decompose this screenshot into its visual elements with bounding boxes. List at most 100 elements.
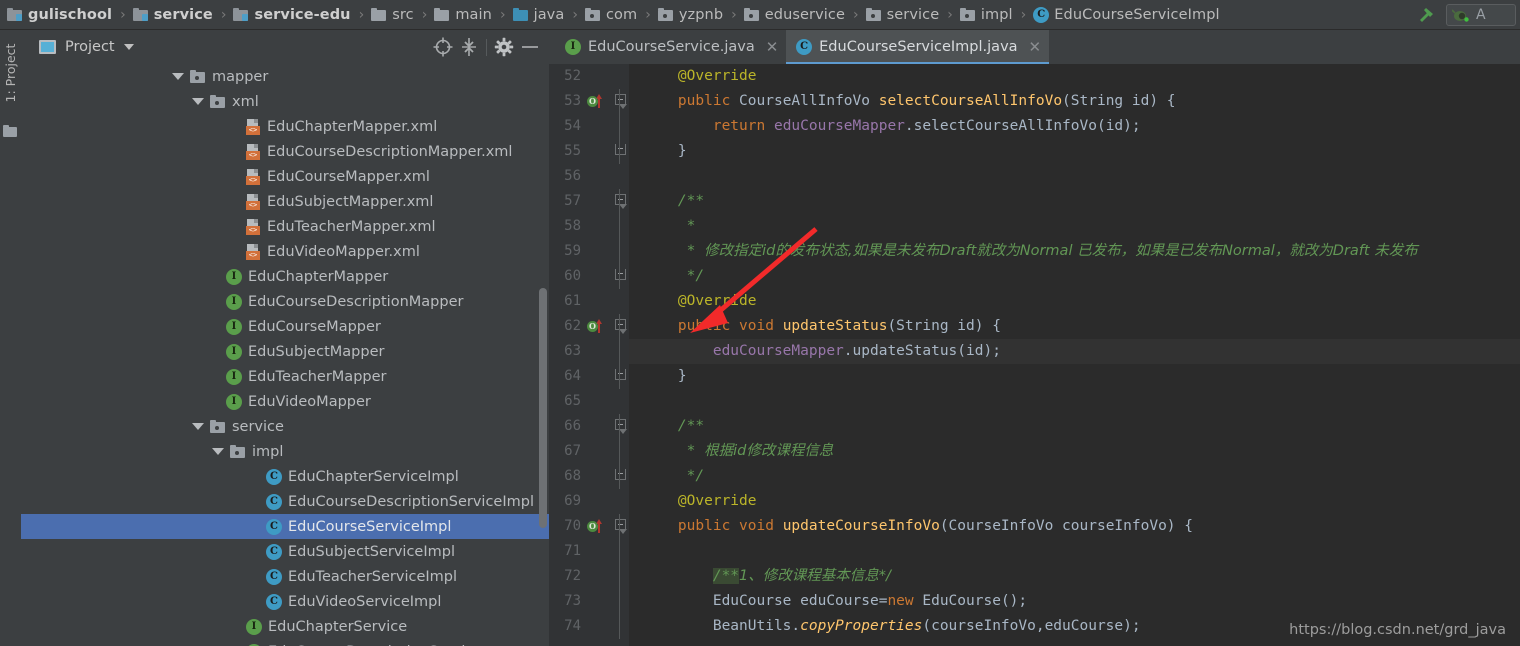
tree-item[interactable]: xml (21, 89, 549, 114)
code-line[interactable]: return eduCourseMapper.selectCourseAllIn… (629, 114, 1520, 139)
breadcrumb-item-educourseserviceimpl[interactable]: C EduCourseServiceImpl (1032, 0, 1220, 30)
code-line[interactable]: * 修改指定id的发布状态,如果是未发布Draft就改为Normal 已发布，如… (629, 239, 1520, 264)
tree-item[interactable]: <> EduSubjectMapper.xml (21, 189, 549, 214)
line-number: 56 (564, 168, 581, 184)
tree-item[interactable]: mapper (21, 64, 549, 89)
tree-item[interactable]: <> EduChapterMapper.xml (21, 114, 549, 139)
override-method-icon[interactable]: O (587, 319, 602, 333)
tree-item[interactable]: impl (21, 439, 549, 464)
tree-item[interactable]: <> EduTeacherMapper.xml (21, 214, 549, 239)
settings-gear-icon[interactable] (491, 34, 517, 60)
chevron-down-icon[interactable] (212, 448, 224, 455)
code-line[interactable] (629, 164, 1520, 189)
chevron-down-icon[interactable] (192, 98, 204, 105)
code-token: EduCourse eduCourse= (643, 593, 888, 609)
class-icon: C (266, 468, 282, 485)
tree-item[interactable]: I EduVideoMapper (21, 389, 549, 414)
tree-item[interactable]: <> EduCourseMapper.xml (21, 164, 549, 189)
tree-item-selected[interactable]: C EduCourseServiceImpl (21, 514, 549, 539)
override-method-icon[interactable]: O (587, 519, 602, 533)
line-number: 61 (564, 293, 581, 309)
gutter-row: 56 (549, 164, 629, 189)
editor-tab-inactive[interactable]: I EduCourseService.java ✕ (555, 30, 786, 64)
code-line[interactable]: public CourseAllInfoVo selectCourseAllIn… (629, 89, 1520, 114)
tree-item[interactable]: I EduCourseMapper (21, 314, 549, 339)
code-line[interactable]: public void updateStatus(String id) { (629, 314, 1520, 339)
tree-item[interactable]: I EduCourseDescriptionMapper (21, 289, 549, 314)
breadcrumb-item-gulischool[interactable]: gulischool (6, 0, 113, 30)
breadcrumb-item-service[interactable]: service (132, 0, 214, 30)
code-editor[interactable]: 52 53 O 54 55 56 57 58 59 60 61 62 O 63 64 65 66 67 68 69 70… (549, 64, 1520, 646)
code-line[interactable] (629, 389, 1520, 414)
gutter-row: 73 (549, 589, 629, 614)
line-number: 57 (564, 193, 581, 209)
breadcrumb-item-com[interactable]: com (584, 0, 638, 30)
project-tree-scrollbar[interactable] (539, 288, 547, 528)
code-line[interactable]: } (629, 139, 1520, 164)
tree-item[interactable]: IEduCourseDescriptionService (21, 639, 549, 646)
code-line[interactable]: @Override (629, 289, 1520, 314)
code-line[interactable]: * (629, 214, 1520, 239)
code-line[interactable]: /** (629, 414, 1520, 439)
chevron-down-icon[interactable] (123, 44, 134, 50)
tree-item[interactable]: I EduChapterService (21, 614, 549, 639)
breadcrumb-item-eduservice[interactable]: eduservice (743, 0, 846, 30)
code-line[interactable]: * 根据id修改课程信息 (629, 439, 1520, 464)
code-line[interactable]: eduCourseMapper.updateStatus(id); (629, 339, 1520, 364)
run-configuration-selector[interactable]: A (1446, 4, 1516, 26)
tree-item[interactable]: service (21, 414, 549, 439)
line-number: 70 (564, 518, 581, 534)
code-lines[interactable]: @Override public CourseAllInfoVo selectC… (629, 64, 1520, 646)
tree-item[interactable]: <> EduCourseDescriptionMapper.xml (21, 139, 549, 164)
tree-item[interactable]: <> EduVideoMapper.xml (21, 239, 549, 264)
code-line[interactable]: } (629, 364, 1520, 389)
tree-item[interactable]: C EduCourseDescriptionServiceImpl (21, 489, 549, 514)
class-icon: C (266, 493, 282, 510)
breadcrumb-item-service[interactable]: service (865, 0, 941, 30)
breadcrumb-separator: › (220, 6, 227, 23)
line-number: 71 (564, 543, 581, 559)
hammer-icon[interactable] (1414, 2, 1440, 28)
project-tree[interactable]: mapper xml <> EduChapterMapper.xml <> EduCour… (21, 64, 549, 646)
tree-item[interactable]: C EduSubjectServiceImpl (21, 539, 549, 564)
breadcrumb-item-java[interactable]: java (512, 0, 566, 30)
code-line[interactable]: /** (629, 189, 1520, 214)
fold-connector (619, 214, 620, 239)
line-number: 66 (564, 418, 581, 434)
code-line[interactable]: */ (629, 264, 1520, 289)
tree-item-label: EduCourseServiceImpl (288, 518, 452, 535)
tree-item[interactable]: C EduVideoServiceImpl (21, 589, 549, 614)
breadcrumb-item-service-edu[interactable]: service-edu (232, 0, 351, 30)
tree-item-label: xml (232, 93, 259, 110)
close-icon[interactable]: ✕ (766, 40, 779, 55)
locate-icon[interactable] (430, 34, 456, 60)
tree-item[interactable]: C EduChapterServiceImpl (21, 464, 549, 489)
chevron-down-icon[interactable] (192, 423, 204, 430)
gutter-row: 71 (549, 539, 629, 564)
code-token: eduCourseMapper (773, 118, 905, 134)
close-icon[interactable]: ✕ (1029, 40, 1042, 55)
editor-tab-active[interactable]: C EduCourseServiceImpl.java ✕ (786, 30, 1050, 64)
tree-item[interactable]: I EduTeacherMapper (21, 364, 549, 389)
tool-window-tab-project[interactable]: 1: Project (1, 38, 21, 108)
code-line[interactable]: EduCourse eduCourse=new EduCourse(); (629, 589, 1520, 614)
breadcrumb-item-yzpnb[interactable]: yzpnb (657, 0, 724, 30)
code-line[interactable]: public void updateCourseInfoVo(CourseInf… (629, 514, 1520, 539)
tree-item[interactable]: I EduSubjectMapper (21, 339, 549, 364)
chevron-down-icon[interactable] (172, 73, 184, 80)
code-line[interactable]: /**1、修改课程基本信息*/ (629, 564, 1520, 589)
code-line[interactable]: @Override (629, 64, 1520, 89)
minimize-icon[interactable] (517, 34, 543, 60)
breadcrumb-item-main[interactable]: main (433, 0, 493, 30)
breadcrumb-item-src[interactable]: src (370, 0, 414, 30)
tree-item[interactable]: I EduChapterMapper (21, 264, 549, 289)
code-line[interactable]: */ (629, 464, 1520, 489)
override-method-icon[interactable]: O (587, 94, 602, 108)
breadcrumb-item-impl[interactable]: impl (959, 0, 1014, 30)
tree-item[interactable]: C EduTeacherServiceImpl (21, 564, 549, 589)
code-line[interactable] (629, 539, 1520, 564)
line-number: 59 (564, 243, 581, 259)
collapse-all-icon[interactable] (456, 34, 482, 60)
code-line[interactable]: @Override (629, 489, 1520, 514)
